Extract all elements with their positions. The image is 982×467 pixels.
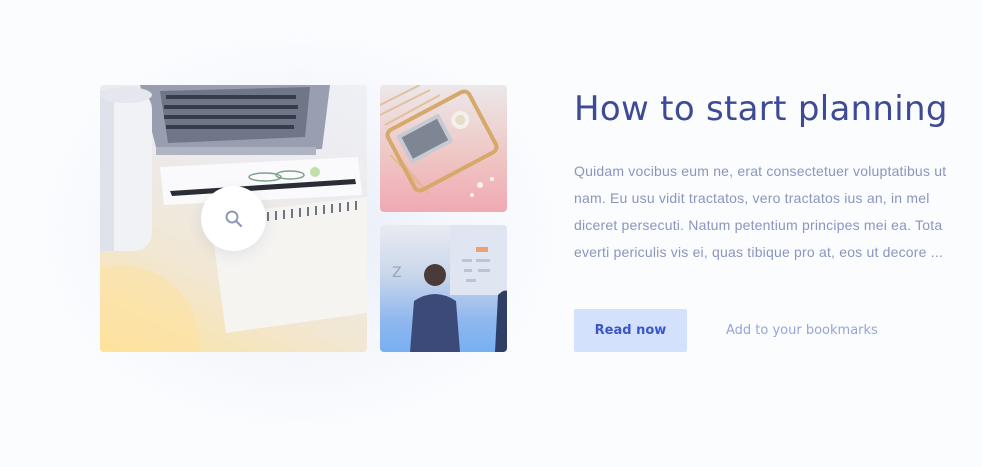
article-description: Quidam vocibus eum ne, erat consectetuer…: [574, 163, 947, 260]
office-scene-illustration: Z: [392, 225, 507, 352]
article-title: How to start planning: [574, 89, 948, 129]
laptop-on-tray-photo[interactable]: [380, 85, 507, 212]
image-gallery: Z: [100, 85, 507, 352]
whiteboard-letter: Z: [392, 265, 402, 281]
add-bookmark-link[interactable]: Add to your bookmarks: [726, 323, 878, 338]
article-actions: Read now Add to your bookmarks: [574, 309, 878, 352]
blog-card-section: Z How to start planning Quidam vocibus e…: [0, 0, 982, 467]
desk-laptop-notebook-photo[interactable]: [100, 85, 367, 352]
people-at-whiteboard-photo[interactable]: Z: [380, 225, 507, 352]
tray-scene-illustration: [380, 85, 499, 197]
read-now-button[interactable]: Read now: [574, 309, 687, 352]
article-content: How to start planning Quidam vocibus eum…: [574, 86, 964, 266]
search-icon: [225, 210, 242, 227]
zoom-button[interactable]: [201, 186, 266, 251]
